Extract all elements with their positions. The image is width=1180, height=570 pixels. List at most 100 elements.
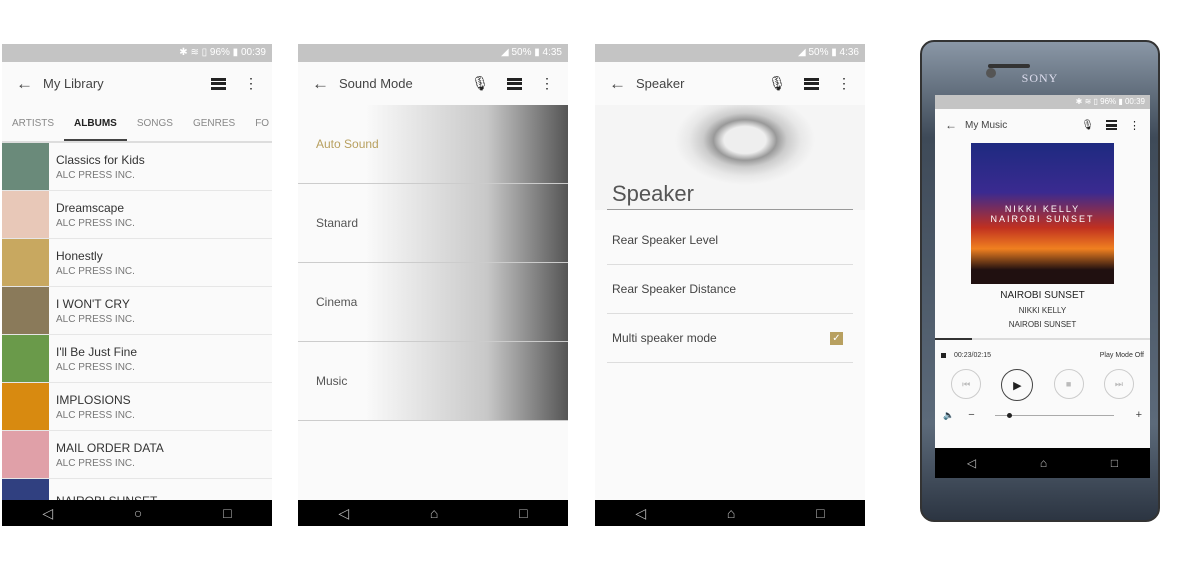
home-nav-icon[interactable]: ⌂ [1040,456,1047,470]
album-art [2,431,49,478]
home-nav-icon[interactable]: ⌂ [727,505,735,521]
more-menu-icon[interactable]: ⋮ [540,75,554,92]
album-title: I'll Be Just Fine [56,344,137,359]
mode-list: Auto Sound Stanard Cinema Music [298,105,568,421]
more-menu-icon[interactable]: ⋮ [837,75,851,92]
rear-speaker-distance[interactable]: Rear Speaker Distance [607,265,853,314]
recents-nav-icon[interactable]: □ [223,505,231,521]
more-menu-icon[interactable]: ⋮ [244,75,258,92]
volume-icon: 🔈 [943,409,955,420]
tab-genres[interactable]: GENRES [183,118,245,129]
album-title: Classics for Kids [56,152,145,167]
library-screen: ✱ ≋ ▯ 96% ▮ 00:39 ← My Library ⋮ ARTISTS… [2,44,272,526]
album-publisher: ALC PRESS INC. [56,457,135,469]
album-name: NAIROBI SUNSET [1008,320,1077,329]
volume-up-button[interactable]: + [1136,409,1142,421]
album-title: MAIL ORDER DATA [56,440,164,455]
recents-nav-icon[interactable]: □ [519,505,527,521]
microphone-icon[interactable]: 🎙 [768,75,786,92]
page-title: Speaker [636,76,685,91]
next-button[interactable]: ⏭ [1103,369,1134,399]
mode-cinema[interactable]: Cinema [298,263,568,342]
multi-speaker-checkbox[interactable]: ✓ [830,331,843,345]
toolbar: ← My Library ⋮ [2,62,272,105]
album-publisher: ALC PRESS INC. [56,265,135,277]
album-row[interactable]: MAIL ORDER DATA ALC PRESS INC. [2,431,272,479]
microphone-icon[interactable]: 🎙 [1081,120,1094,131]
back-arrow-icon[interactable]: ← [16,74,33,94]
toolbar: ← Speaker 🎙 ⋮ [595,62,865,105]
queue-icon[interactable] [507,77,522,90]
stop-button[interactable]: ■ [1053,369,1084,399]
page-title: Sound Mode [339,76,413,91]
track-title: NAIROBI SUNSET [1000,290,1085,301]
elapsed-time: 00:23/02:15 [954,352,991,359]
album-art [2,239,49,286]
item-label: Rear Speaker Level [612,233,719,247]
rear-speaker-level[interactable]: Rear Speaker Level [607,216,853,265]
brand-logo: SONY [1021,71,1059,85]
play-mode[interactable]: Play Mode Off [1100,352,1144,359]
album-art [2,143,49,190]
queue-icon[interactable] [804,77,819,90]
volume-slider[interactable] [994,412,1114,418]
back-arrow-icon[interactable]: ← [312,74,329,94]
album-publisher: ALC PRESS INC. [56,169,135,181]
queue-icon[interactable] [211,77,226,90]
toolbar: ← Sound Mode 🎙 ⋮ [298,62,568,105]
back-nav-icon[interactable]: ◁ [338,505,349,522]
album-row[interactable]: Classics for Kids ALC PRESS INC. [2,143,272,191]
item-label: Multi speaker mode [612,331,717,345]
back-arrow-icon[interactable]: ← [945,118,957,132]
album-publisher: ALC PRESS INC. [56,217,135,229]
speaker-screen: ◢ 50% ▮ 4:36 ← Speaker 🎙 ⋮ Speaker Rear … [595,44,865,526]
back-nav-icon[interactable]: ◁ [967,456,976,470]
album-row[interactable]: I WON'T CRY ALC PRESS INC. [2,287,272,335]
tab-bar: ARTISTS ALBUMS SONGS GENRES FO [2,105,272,143]
nav-bar: ◁ ○ □ [2,500,272,526]
microphone-icon[interactable]: 🎙 [471,75,489,92]
play-button[interactable]: ▶ [1001,369,1034,401]
status-bar: ✱ ≋ ▯ 96% ▮ 00:39 [2,44,272,62]
album-row[interactable]: Honestly ALC PRESS INC. [2,239,272,287]
mode-auto-sound[interactable]: Auto Sound [298,105,568,184]
album-row[interactable]: IMPLOSIONS ALC PRESS INC. [2,383,272,431]
volume-thumb[interactable] [1006,412,1012,418]
page-title: My Library [43,76,104,91]
tab-songs[interactable]: SONGS [127,118,183,129]
album-row[interactable]: I'll Be Just Fine ALC PRESS INC. [2,335,272,383]
nav-bar: ◁ ⌂ □ [298,500,568,526]
back-nav-icon[interactable]: ◁ [635,505,646,522]
album-publisher: ALC PRESS INC. [56,313,135,325]
speaker-grille [988,64,1030,68]
section-heading: Speaker [607,181,853,210]
toolbar: ← My Music 🎙 ⋮ [935,109,1150,141]
home-nav-icon[interactable]: ○ [134,505,142,521]
queue-icon[interactable] [1106,120,1117,130]
item-label: Rear Speaker Distance [612,282,737,296]
mode-music[interactable]: Music [298,342,568,421]
album-publisher: ALC PRESS INC. [56,409,135,421]
page-title: My Music [965,119,1008,131]
sound-mode-screen: ◢ 50% ▮ 4:35 ← Sound Mode 🎙 ⋮ Auto Sound… [298,44,568,526]
tab-albums[interactable]: ALBUMS [64,118,127,141]
recents-nav-icon[interactable]: □ [816,505,824,521]
previous-button[interactable]: ⏮ [951,369,982,399]
album-art [2,383,49,430]
album-art [2,287,49,334]
artist-name: NIKKI KELLY [1018,306,1067,315]
tab-folders[interactable]: FO [245,118,272,129]
more-menu-icon[interactable]: ⋮ [1129,119,1140,132]
mode-standard[interactable]: Stanard [298,184,568,263]
tab-artists[interactable]: ARTISTS [2,118,64,129]
volume-down-button[interactable]: − [968,409,974,421]
multi-speaker-mode[interactable]: Multi speaker mode ✓ [607,314,853,363]
album-row[interactable]: Dreamscape ALC PRESS INC. [2,191,272,239]
recents-nav-icon[interactable]: □ [1111,456,1118,470]
back-nav-icon[interactable]: ◁ [42,505,53,522]
home-nav-icon[interactable]: ⌂ [430,505,438,521]
album-art [2,335,49,382]
album-title: Honestly [56,248,103,263]
back-arrow-icon[interactable]: ← [609,74,626,94]
status-bar: ◢ 50% ▮ 4:35 [298,44,568,62]
